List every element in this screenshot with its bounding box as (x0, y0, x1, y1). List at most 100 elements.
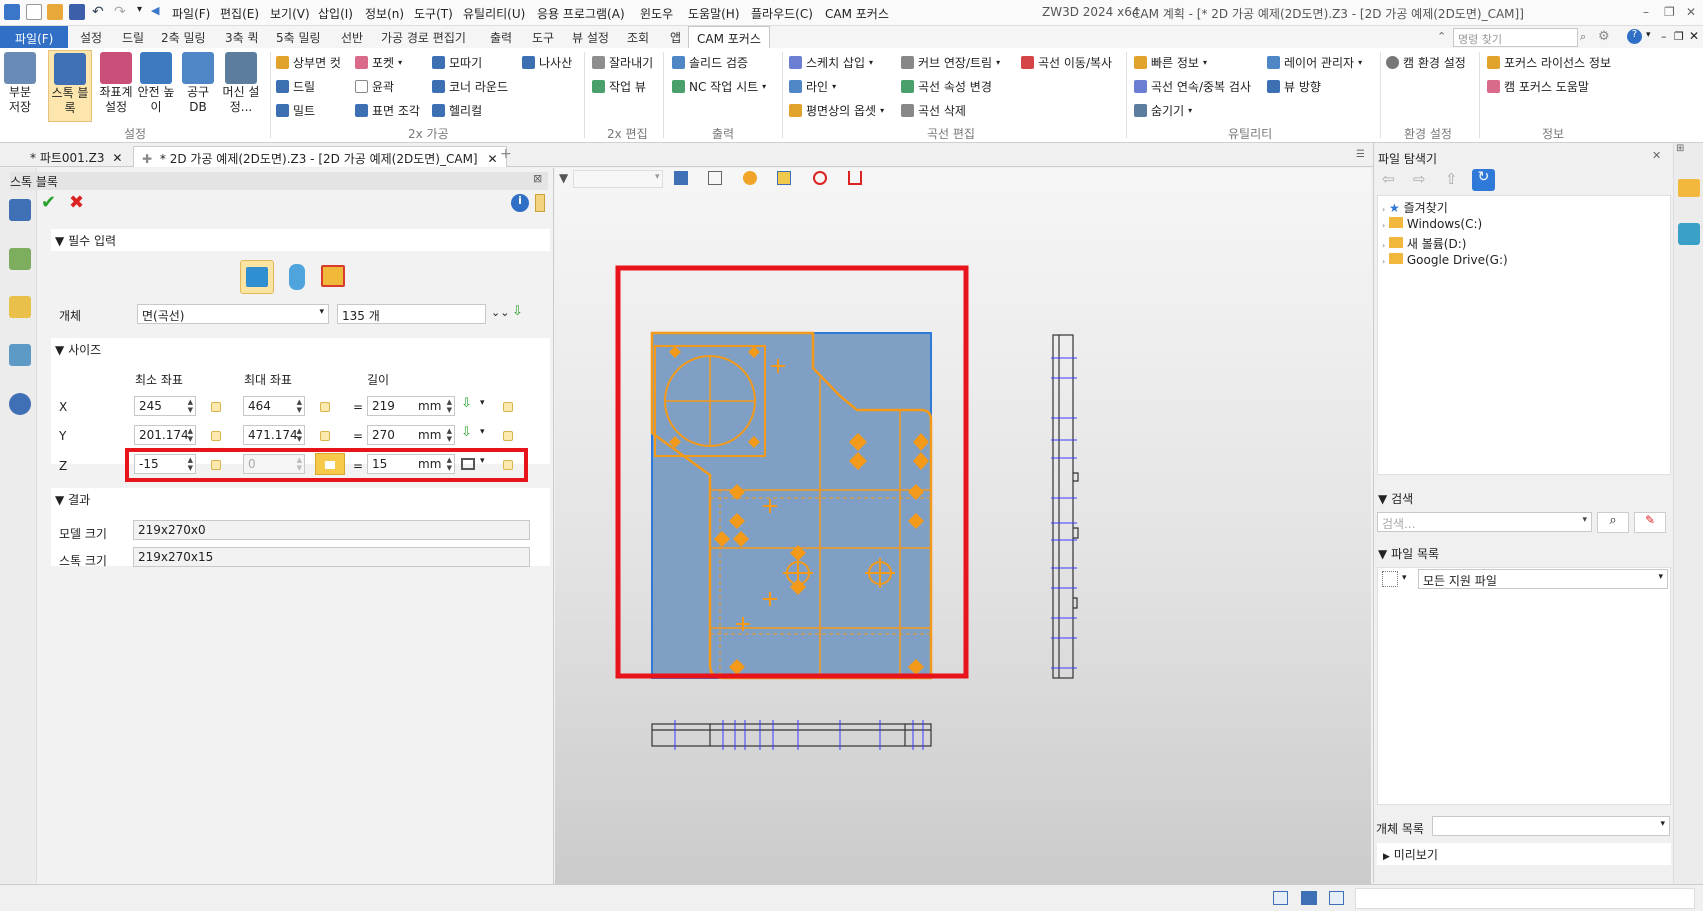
lock-icon[interactable] (320, 431, 330, 441)
tab-5axis-milling[interactable]: 5축 밀링 (276, 29, 321, 46)
y-pick-dropdown-icon[interactable]: ▾ (480, 427, 485, 437)
thread-button[interactable]: 나사산 (522, 54, 572, 71)
size-section-header[interactable]: ▼ 사이즈 (51, 338, 550, 360)
open-file-icon[interactable] (47, 4, 63, 20)
partial-save-button[interactable]: 부분 저장 (3, 50, 37, 115)
preview-section-header[interactable]: ▶ 미리보기 (1377, 843, 1671, 865)
hide-button[interactable]: 숨기기 ▾ (1134, 102, 1192, 119)
confirm-check-icon[interactable]: ✔ (41, 192, 61, 213)
hide-dropdown-icon[interactable]: ▾ (1188, 106, 1192, 115)
up-folder-icon[interactable]: ⇧ (1445, 170, 1458, 188)
info-icon[interactable]: i (511, 194, 529, 212)
layers-tab-icon[interactable] (9, 248, 31, 270)
search-section-header[interactable]: ▼ 검색 (1378, 490, 1413, 507)
new-file-icon[interactable] (26, 4, 42, 20)
back-icon[interactable]: ⇦ (1382, 170, 1395, 188)
new-tab-icon[interactable]: + (500, 146, 512, 162)
tab-cam-focus[interactable]: CAM 포커스 (688, 26, 770, 50)
curve-extend-trim-button[interactable]: 커브 연장/트림 ▾ (901, 54, 1000, 71)
lock-icon[interactable] (211, 402, 221, 412)
doc-restore-button[interactable]: ❐ (1674, 30, 1684, 43)
clear-search-button[interactable]: ✎ (1634, 512, 1666, 533)
render-mode-icon[interactable] (743, 171, 757, 185)
quick-info-button[interactable]: 빠른 정보 ▾ (1134, 54, 1207, 71)
graphics-viewport[interactable] (555, 168, 1371, 884)
entity-type-select[interactable]: 면(곡선) ▾ (137, 304, 329, 324)
curve-extend-trim-dropdown-icon[interactable]: ▾ (996, 58, 1000, 67)
tab-lathe[interactable]: 선반 (341, 29, 363, 46)
save-icon[interactable] (69, 4, 85, 20)
x-pick-dropdown-icon[interactable]: ▾ (480, 398, 485, 408)
surface-engrave-button[interactable]: 표면 조각 (355, 102, 420, 119)
settings-gear-icon[interactable]: ⚙ (1598, 29, 1610, 44)
tab-view-settings[interactable]: 뷰 설정 (572, 29, 609, 46)
collapse-ribbon-icon[interactable]: ⌃ (1437, 30, 1446, 43)
forward-icon[interactable]: ⇨ (1413, 170, 1426, 188)
tab-apps[interactable]: 앱 (670, 29, 681, 46)
x-length-input[interactable]: 219 mm ▲ ▼ (367, 396, 455, 416)
menu-window[interactable]: 윈도우 (640, 5, 673, 22)
menu-edit[interactable]: 편집(E) (220, 5, 259, 22)
spinner-icon[interactable]: ▲ ▼ (447, 398, 452, 414)
safe-height-button[interactable]: 안전 높이 (136, 50, 176, 115)
pocket-dropdown-icon[interactable]: ▾ (398, 58, 402, 67)
result-section-header[interactable]: ▼ 결과 (51, 488, 550, 510)
tab-output[interactable]: 출력 (490, 29, 512, 46)
nc-worksheet-button[interactable]: NC 작업 시트 ▾ (672, 78, 766, 95)
layer-manager-dropdown-icon[interactable]: ▾ (1358, 58, 1362, 67)
coordinate-system-button[interactable]: 좌표계 설정 (96, 50, 136, 115)
doc-tab-2d-machining[interactable]: ✚ * 2D 가공 예제(2D도면).Z3 - [2D 가공 예제(2D도면)_… (133, 146, 507, 167)
menu-insert[interactable]: 삽입(I) (318, 5, 353, 22)
image-tab-icon[interactable] (9, 344, 31, 366)
menu-info[interactable]: 정보(n) (365, 5, 404, 22)
y-min-input[interactable]: 201.174 ▲ ▼ (134, 425, 196, 445)
tab-tools[interactable]: 도구 (532, 29, 554, 46)
x-min-input[interactable]: 245 ▲ ▼ (134, 396, 196, 416)
tool-library-icon[interactable] (1678, 223, 1700, 245)
helical-button[interactable]: 헬리컬 (432, 102, 482, 119)
spinner-icon[interactable]: ▲ ▼ (188, 398, 193, 414)
snap-target-icon[interactable] (813, 171, 827, 185)
x-max-input[interactable]: 464 ▲ ▼ (243, 396, 305, 416)
spinner-icon[interactable]: ▲ ▼ (188, 427, 193, 443)
tree-item-new-volume-d[interactable]: › 새 볼륨(D:) (1382, 235, 1466, 252)
curve-move-copy-button[interactable]: 곡선 이동/복사 (1021, 54, 1112, 71)
lock-icon[interactable] (503, 402, 513, 412)
tool-db-button[interactable]: 공구 DB (180, 50, 216, 115)
cut-button[interactable]: 잘라내기 (592, 54, 653, 71)
refresh-icon[interactable]: ↻ (1472, 169, 1495, 191)
search-icon[interactable]: ⌕ (1580, 30, 1586, 44)
filter-icon[interactable]: ▼ (559, 171, 568, 185)
filter-select[interactable] (573, 170, 663, 188)
drill-button[interactable]: 드릴 (276, 78, 315, 95)
cam-env-settings-button[interactable]: 캠 환경 설정 (1386, 54, 1466, 71)
tab-2axis-milling[interactable]: 2축 밀링 (161, 29, 206, 46)
profile-button[interactable]: 윤곽 (355, 78, 394, 95)
status-window-icon[interactable] (1329, 891, 1344, 905)
cam-focus-help-button[interactable]: 캠 포커스 도움말 (1487, 78, 1589, 95)
box-stock-type-button[interactable] (240, 260, 274, 294)
panel-expand-icon[interactable] (535, 194, 545, 212)
y-pick-icon[interactable]: ⇩ (461, 425, 472, 440)
corner-round-button[interactable]: 코너 라운드 (432, 78, 508, 95)
view-box-icon[interactable] (777, 171, 791, 185)
file-stock-type-button[interactable] (316, 260, 350, 294)
cylinder-stock-type-button[interactable] (280, 260, 314, 294)
menu-tools[interactable]: 도구(T) (414, 5, 453, 22)
file-type-filter-select[interactable]: 모든 지원 파일 ▾ (1418, 569, 1668, 589)
stock-block-tab-icon[interactable] (9, 199, 31, 221)
cancel-x-icon[interactable]: ✖ (69, 192, 89, 213)
pane-menu-icon[interactable]: ☰ (1356, 149, 1365, 160)
lock-icon[interactable] (211, 431, 221, 441)
top-face-cut-button[interactable]: 상부면 컷 (276, 54, 341, 71)
view-direction-button[interactable]: 뷰 방향 (1267, 78, 1321, 95)
view-mode-dropdown-icon[interactable]: ▾ (1402, 573, 1407, 583)
curve-delete-button[interactable]: 곡선 삭제 (901, 102, 966, 119)
curve-attribute-change-button[interactable]: 곡선 속성 변경 (901, 78, 992, 95)
help-dropdown-icon[interactable]: ▾ (1646, 30, 1651, 40)
pane-close-icon[interactable]: ✕ (1652, 149, 1661, 162)
expand-entity-icon[interactable]: ⌄⌄ (491, 306, 509, 319)
spinner-icon[interactable]: ▲ ▼ (297, 427, 302, 443)
stock-block-button[interactable]: 스톡 블록 (48, 50, 92, 122)
menu-help[interactable]: 도움말(H) (688, 5, 740, 22)
